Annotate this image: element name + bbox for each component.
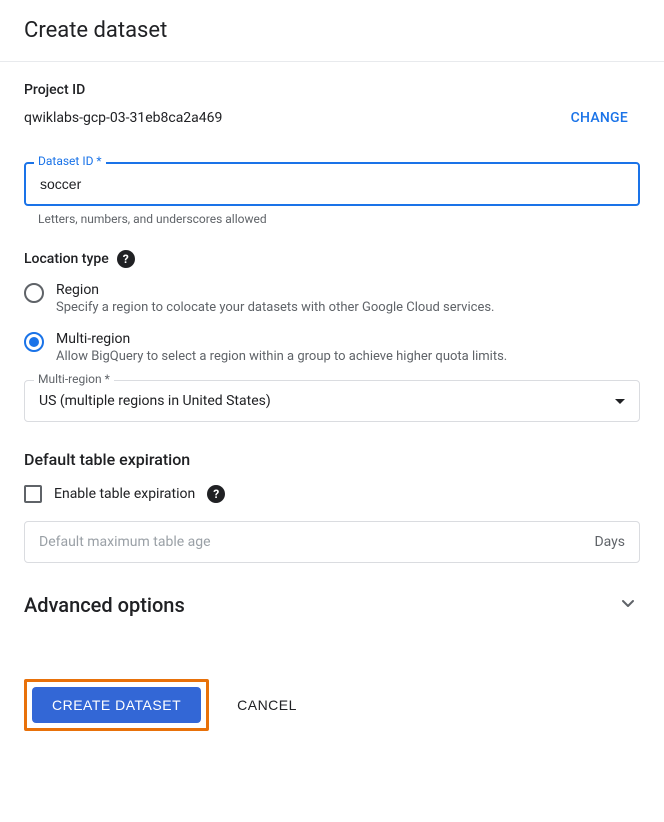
create-button-highlight: CREATE DATASET (24, 679, 209, 731)
location-type-header: Location type ? (24, 250, 640, 268)
radio-button-multiregion[interactable] (24, 332, 44, 352)
dataset-id-field: Dataset ID * (24, 162, 640, 206)
chevron-down-icon (616, 591, 640, 619)
max-table-age-unit: Days (594, 534, 625, 550)
help-icon[interactable]: ? (117, 250, 135, 268)
project-id-value: qwiklabs-gcp-03-31eb8ca2a469 (24, 110, 222, 126)
dataset-id-label: Dataset ID * (34, 154, 106, 168)
dialog-title: Create dataset (24, 18, 640, 43)
multi-region-value: US (multiple regions in United States) (39, 393, 271, 409)
radio-button-region[interactable] (24, 283, 44, 303)
max-table-age-placeholder: Default maximum table age (39, 534, 211, 550)
expiration-section-title: Default table expiration (24, 450, 640, 469)
help-icon[interactable]: ? (207, 485, 225, 503)
radio-desc-multiregion: Allow BigQuery to select a region within… (56, 349, 640, 364)
multi-region-label: Multi-region * (34, 372, 114, 386)
dialog-header: Create dataset (0, 0, 664, 62)
enable-expiration-label: Enable table expiration (54, 486, 195, 502)
dataset-id-helper: Letters, numbers, and underscores allowe… (38, 212, 640, 226)
dataset-id-input[interactable] (24, 162, 640, 206)
radio-desc-region: Specify a region to colocate your datase… (56, 300, 640, 315)
project-id-label: Project ID (24, 82, 640, 98)
dropdown-arrow-icon (615, 399, 625, 404)
action-buttons: CREATE DATASET CANCEL (24, 679, 640, 731)
enable-expiration-row: Enable table expiration ? (24, 485, 640, 503)
advanced-options-toggle[interactable]: Advanced options (24, 591, 640, 619)
cancel-button[interactable]: CANCEL (225, 687, 309, 723)
enable-expiration-checkbox[interactable] (24, 485, 42, 503)
radio-option-multiregion[interactable]: Multi-region Allow BigQuery to select a … (24, 331, 640, 364)
radio-title-region: Region (56, 282, 640, 298)
location-type-label: Location type (24, 251, 109, 267)
multi-region-select-wrapper: Multi-region * US (multiple regions in U… (24, 380, 640, 422)
radio-option-region[interactable]: Region Specify a region to colocate your… (24, 282, 640, 315)
advanced-options-title: Advanced options (24, 593, 185, 617)
change-project-button[interactable]: CHANGE (559, 102, 640, 134)
dialog-content: Project ID qwiklabs-gcp-03-31eb8ca2a469 … (0, 62, 664, 751)
create-dataset-button[interactable]: CREATE DATASET (32, 687, 201, 723)
project-id-row: qwiklabs-gcp-03-31eb8ca2a469 CHANGE (24, 102, 640, 134)
radio-title-multiregion: Multi-region (56, 331, 640, 347)
multi-region-select[interactable]: US (multiple regions in United States) (24, 380, 640, 422)
max-table-age-field[interactable]: Default maximum table age Days (24, 521, 640, 563)
